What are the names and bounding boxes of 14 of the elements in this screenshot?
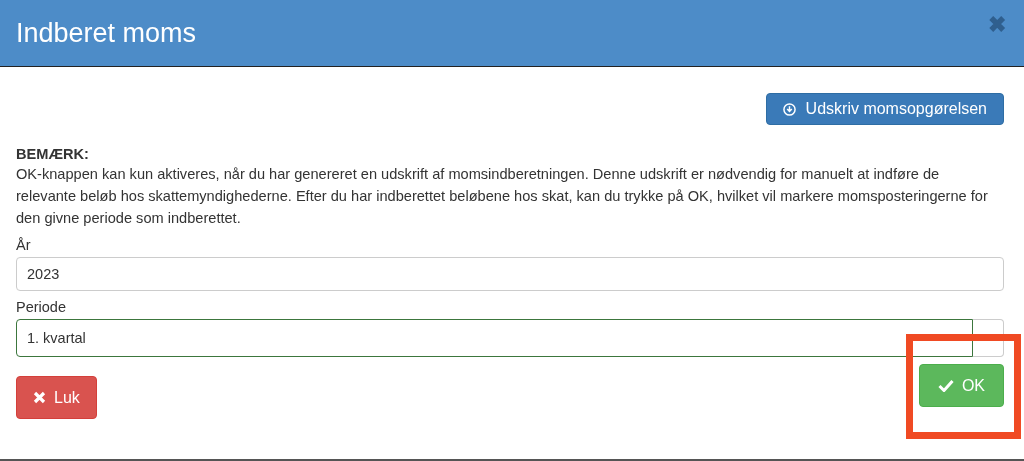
- notice-heading: BEMÆRK:: [16, 145, 90, 163]
- download-icon: [782, 102, 796, 116]
- ok-button[interactable]: OK: [918, 364, 1004, 407]
- input-field[interactable]: 2023: [16, 257, 1004, 291]
- dialog-title: Indberet moms: [16, 17, 197, 49]
- field-label: År: [16, 237, 32, 253]
- input-field[interactable]: 1. kvartal: [16, 319, 973, 357]
- check-icon: [937, 379, 954, 392]
- print-button[interactable]: Udskriv momsopgørelsen: [765, 93, 1004, 125]
- notice-text: OK-knappen kan kun aktiveres, når du har genereret en udskrift af momsindberetningen. Denne udskrift er nødvendig for manuelt at indføre de relevante beløb hos skattemyndighederne. Efter du har indberettet beløbene hos skat, kan du trykke på OK, hvilket vil markere momsposteringerne for den givne periode som indberettet.: [16, 165, 989, 228]
- close-button[interactable]: Luk: [16, 376, 97, 419]
- field-label: Periode: [16, 299, 67, 315]
- field-addon[interactable]: [973, 319, 1004, 357]
- close-icon: [33, 391, 46, 404]
